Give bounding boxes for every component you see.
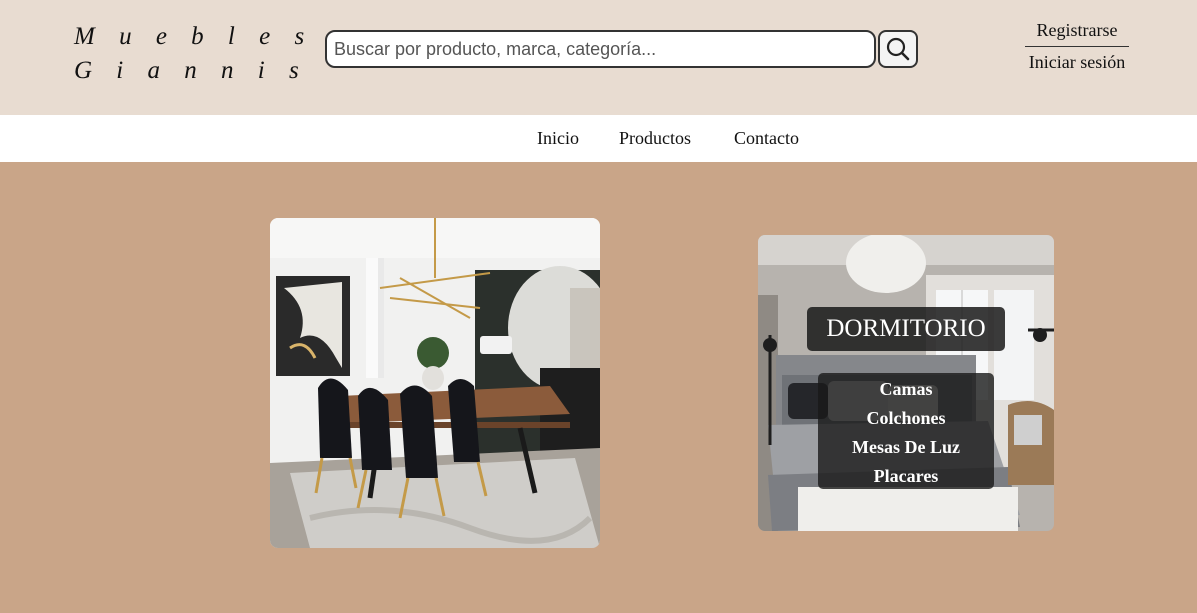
main-nav: Inicio Productos Contacto	[0, 115, 1197, 162]
login-link[interactable]: Iniciar sesión	[1018, 47, 1136, 73]
bedroom-link-mesas-de-luz[interactable]: Mesas De Luz	[818, 433, 994, 462]
nav-item-contacto[interactable]: Contacto	[734, 128, 799, 149]
brand-line-2: G i a n n i s	[74, 57, 308, 84]
bedroom-title: DORMITORIO	[807, 307, 1005, 351]
bedroom-link-camas[interactable]: Camas	[818, 375, 994, 404]
site-header: M u e b l e s G i a n n i s Registrarse …	[0, 0, 1197, 115]
bedroom-link-placares[interactable]: Placares	[818, 462, 994, 491]
dining-room-image	[270, 218, 600, 548]
brand-line-1: M u e b l e s	[74, 23, 314, 50]
auth-links: Registrarse Iniciar sesión	[1018, 20, 1136, 73]
bedroom-card[interactable]: DORMITORIO Camas Colchones Mesas De Luz …	[758, 235, 1054, 531]
bedroom-subcategory-list: Camas Colchones Mesas De Luz Placares	[818, 373, 994, 489]
nav-item-productos[interactable]: Productos	[619, 128, 691, 149]
register-link[interactable]: Registrarse	[1025, 20, 1129, 47]
search-button[interactable]	[878, 30, 918, 68]
brand-logo[interactable]: M u e b l e s G i a n n i s	[74, 20, 313, 88]
bedroom-link-colchones[interactable]: Colchones	[818, 404, 994, 433]
search-input[interactable]	[325, 30, 876, 68]
nav-item-inicio[interactable]: Inicio	[537, 128, 579, 149]
magnifier-icon	[886, 37, 910, 61]
dining-room-card[interactable]	[270, 218, 600, 548]
